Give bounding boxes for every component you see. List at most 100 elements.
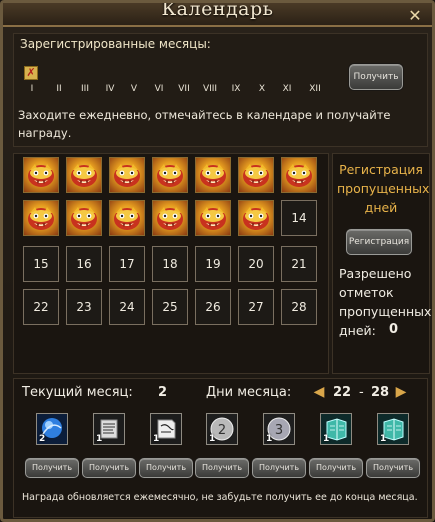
calendar-day-claimed[interactable] bbox=[66, 200, 102, 236]
tiger-reward-icon bbox=[200, 207, 226, 230]
tiger-reward-icon bbox=[114, 207, 140, 230]
svg-text:3: 3 bbox=[275, 423, 283, 438]
rewards-panel: Текущий месяц: 2 Дни месяца: ◀ 22 - 28 ▶… bbox=[13, 378, 428, 518]
tiger-reward-icon bbox=[286, 164, 312, 187]
claim-reward-button[interactable]: Получить bbox=[139, 458, 193, 478]
calendar-day-claimed[interactable] bbox=[23, 157, 59, 193]
calendar-day-claimed[interactable] bbox=[281, 157, 317, 193]
title-bar[interactable]: Календарь ✕ bbox=[3, 3, 432, 27]
months-row: I II III IV V VI VII VIII IX X XI XII bbox=[28, 84, 338, 96]
missed-days-panel: Регистрация пропущенных дней Регистрация… bbox=[332, 153, 432, 374]
svg-text:2: 2 bbox=[218, 423, 226, 438]
calendar-day-claimed[interactable] bbox=[109, 200, 145, 236]
tiger-reward-icon bbox=[28, 207, 54, 230]
reward-slot[interactable]: 2 bbox=[36, 413, 68, 445]
calendar-day[interactable]: 23 bbox=[66, 289, 102, 325]
claim-reward-button[interactable]: Получить bbox=[195, 458, 249, 478]
prev-week-arrow-icon[interactable]: ◀ bbox=[311, 385, 327, 399]
days-range-to: 28 bbox=[371, 385, 390, 400]
allowed-missed-count: 0 bbox=[389, 322, 399, 337]
calendar-day[interactable]: 14 bbox=[281, 200, 317, 236]
calendar-day-claimed[interactable] bbox=[195, 200, 231, 236]
month-numeral: IX bbox=[231, 84, 241, 94]
reward-slot[interactable]: 1 bbox=[377, 413, 409, 445]
reward-slot[interactable]: 1 bbox=[320, 413, 352, 445]
calendar-day[interactable]: 19 bbox=[195, 246, 231, 282]
calendar-day-claimed[interactable] bbox=[238, 157, 274, 193]
calendar-day-claimed[interactable] bbox=[23, 200, 59, 236]
claim-reward-button[interactable]: Получить bbox=[366, 458, 420, 478]
month-numeral: XI bbox=[282, 84, 292, 94]
calendar-day-claimed[interactable] bbox=[238, 200, 274, 236]
registered-months-panel: Зарегистрированные месяцы: ✗ I II III IV V VI… bbox=[13, 33, 428, 147]
calendar-day[interactable]: 25 bbox=[152, 289, 188, 325]
register-missed-button[interactable]: Регистрация bbox=[346, 229, 412, 255]
month-numeral: I bbox=[30, 84, 34, 94]
month-numeral: V bbox=[130, 84, 138, 94]
footnote: Награда обновляется ежемесячно, не забуд… bbox=[22, 492, 418, 503]
calendar-day[interactable]: 17 bbox=[109, 246, 145, 282]
calendar-grid: 14 15 16 17 18 19 20 21 22 23 24 25 26 27 28 bbox=[13, 153, 329, 374]
calendar-day[interactable]: 18 bbox=[152, 246, 188, 282]
reward-slot[interactable]: 31 bbox=[263, 413, 295, 445]
current-month-label: Текущий месяц: bbox=[22, 385, 133, 400]
calendar-day-claimed[interactable] bbox=[66, 157, 102, 193]
tiger-reward-icon bbox=[71, 164, 97, 187]
reward-slot[interactable]: 1 bbox=[150, 413, 182, 445]
reward-slot[interactable]: 21 bbox=[206, 413, 238, 445]
days-range-separator: - bbox=[359, 385, 364, 400]
claim-reward-button[interactable]: Получить bbox=[25, 458, 79, 478]
reward-count: 2 bbox=[39, 434, 46, 444]
registered-months-title: Зарегистрированные месяцы: bbox=[20, 37, 211, 51]
calendar-day-claimed[interactable] bbox=[195, 157, 231, 193]
tiger-reward-icon bbox=[71, 207, 97, 230]
claim-month-button[interactable]: Получить bbox=[349, 64, 403, 90]
reward-count: 1 bbox=[266, 434, 273, 444]
calendar-day-claimed[interactable] bbox=[152, 157, 188, 193]
month-numeral: II bbox=[56, 84, 62, 94]
calendar-day[interactable]: 26 bbox=[195, 289, 231, 325]
claim-reward-button[interactable]: Получить bbox=[82, 458, 136, 478]
calendar-day[interactable]: 21 bbox=[281, 246, 317, 282]
tiger-reward-icon bbox=[28, 164, 54, 187]
month-numeral: III bbox=[81, 84, 89, 94]
tiger-reward-icon bbox=[157, 207, 183, 230]
current-month-value: 2 bbox=[158, 385, 168, 400]
days-range-from: 22 bbox=[333, 385, 352, 400]
month-days-label: Дни месяца: bbox=[206, 385, 292, 400]
calendar-day-claimed[interactable] bbox=[152, 200, 188, 236]
allowed-missed-text: Разрешено отметок пропущенных дней: bbox=[339, 266, 432, 338]
reward-count: 1 bbox=[323, 434, 330, 444]
claim-reward-button[interactable]: Получить bbox=[252, 458, 306, 478]
calendar-day[interactable]: 24 bbox=[109, 289, 145, 325]
reward-slot[interactable]: 1 bbox=[93, 413, 125, 445]
calendar-day-claimed[interactable] bbox=[109, 157, 145, 193]
calendar-day[interactable]: 28 bbox=[281, 289, 317, 325]
tiger-reward-icon bbox=[200, 164, 226, 187]
month-numeral: X bbox=[258, 84, 266, 94]
calendar-mark-icon: ✗ bbox=[24, 66, 38, 80]
month-numeral: VIII bbox=[202, 84, 218, 94]
reward-count: 1 bbox=[380, 434, 387, 444]
close-icon[interactable]: ✕ bbox=[408, 8, 422, 24]
next-week-arrow-icon[interactable]: ▶ bbox=[393, 385, 409, 399]
calendar-day[interactable]: 22 bbox=[23, 289, 59, 325]
month-numeral: XII bbox=[309, 84, 321, 94]
missed-days-title: Регистрация пропущенных дней bbox=[337, 162, 430, 215]
tiger-reward-icon bbox=[157, 164, 183, 187]
info-text: Заходите ежедневно, отмечайтесь в календ… bbox=[18, 108, 391, 140]
claim-reward-button[interactable]: Получить bbox=[309, 458, 363, 478]
calendar-day[interactable]: 20 bbox=[238, 246, 274, 282]
tiger-reward-icon bbox=[243, 164, 269, 187]
calendar-window: Календарь ✕ Зарегистрированные месяцы: ✗… bbox=[0, 0, 435, 522]
reward-count: 1 bbox=[96, 434, 103, 444]
month-numeral: IV bbox=[105, 84, 115, 94]
calendar-day[interactable]: 16 bbox=[66, 246, 102, 282]
reward-count: 1 bbox=[153, 434, 160, 444]
tiger-reward-icon bbox=[243, 207, 269, 230]
reward-count: 1 bbox=[209, 434, 216, 444]
calendar-day[interactable]: 15 bbox=[23, 246, 59, 282]
month-numeral: VI bbox=[154, 84, 164, 94]
calendar-day[interactable]: 27 bbox=[238, 289, 274, 325]
window-title: Календарь bbox=[161, 0, 274, 20]
